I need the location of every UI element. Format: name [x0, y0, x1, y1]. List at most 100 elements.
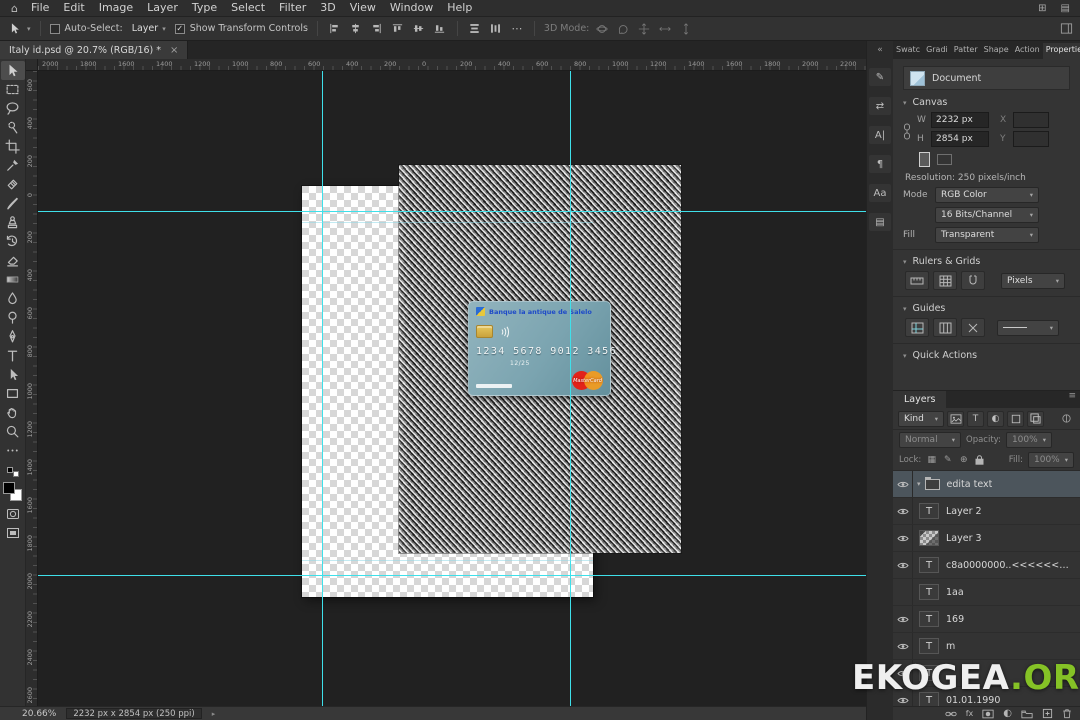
- more-tools[interactable]: [1, 441, 25, 460]
- layer-row[interactable]: Layer 3: [893, 525, 1080, 552]
- tab-close-icon[interactable]: ×: [170, 45, 178, 56]
- zoom-tool[interactable]: [1, 422, 25, 441]
- panel-tab-gradi[interactable]: Gradi: [923, 43, 951, 59]
- toggle-grid-button[interactable]: [933, 271, 957, 290]
- guide[interactable]: [302, 560, 593, 561]
- width-field[interactable]: 2232 px: [931, 112, 989, 128]
- layer-row[interactable]: Tm: [893, 633, 1080, 660]
- layer-effects-icon[interactable]: fx: [966, 709, 974, 718]
- eye-empty[interactable]: [893, 579, 913, 605]
- align-left-icon[interactable]: [327, 21, 343, 37]
- layer-row[interactable]: Tc8a0000000..<<<<<<<<0 d: [893, 552, 1080, 579]
- foreground-color[interactable]: [3, 482, 15, 494]
- home-icon[interactable]: ⌂: [5, 2, 24, 15]
- layer-row[interactable]: T 169: [893, 606, 1080, 633]
- eye-icon[interactable]: [893, 687, 913, 706]
- link-dimensions-icon[interactable]: [901, 120, 913, 147]
- eye-icon[interactable]: [893, 525, 913, 551]
- guide[interactable]: [38, 575, 866, 576]
- link-layers-icon[interactable]: [945, 709, 957, 719]
- align-bottom-icon[interactable]: [432, 21, 448, 37]
- quick-select-tool[interactable]: [1, 118, 25, 137]
- guide[interactable]: [38, 211, 866, 212]
- align-center-h-icon[interactable]: [348, 21, 364, 37]
- ruler-top[interactable]: 2000 1800 1600 1400 1200 1000 800 600 400 200 0 200…: [38, 59, 866, 71]
- filter-pixel-layers-icon[interactable]: [947, 410, 964, 427]
- libraries-panel-icon[interactable]: ▤: [869, 213, 891, 231]
- menu-edit[interactable]: Edit: [56, 0, 91, 16]
- fill-select[interactable]: 100% ▾: [1028, 452, 1074, 468]
- menu-window[interactable]: Window: [383, 0, 440, 16]
- panel-tab-shape[interactable]: Shape: [981, 43, 1012, 59]
- share-icon[interactable]: ⊞: [1038, 3, 1046, 14]
- landscape-icon[interactable]: [937, 154, 952, 165]
- align-top-icon[interactable]: [390, 21, 406, 37]
- eye-icon[interactable]: [893, 552, 913, 578]
- eye-icon[interactable]: [893, 660, 913, 686]
- menu-image[interactable]: Image: [92, 0, 140, 16]
- layer-row[interactable]: T: [893, 660, 1080, 687]
- align-middle-v-icon[interactable]: [411, 21, 427, 37]
- snap-button[interactable]: [961, 271, 985, 290]
- workspace-icon[interactable]: ▤: [1061, 3, 1070, 14]
- opacity-select[interactable]: 100% ▾: [1005, 432, 1052, 448]
- filter-kind-select[interactable]: Kind ▾: [898, 410, 944, 427]
- color-swatches[interactable]: [3, 482, 22, 501]
- 3d-roll-icon[interactable]: [615, 21, 631, 37]
- auto-select-checkbox[interactable]: [49, 23, 60, 34]
- menu-file[interactable]: File: [24, 0, 56, 16]
- y-field[interactable]: [1013, 131, 1049, 147]
- lock-transparency-icon[interactable]: ▦: [926, 455, 937, 465]
- x-field[interactable]: [1013, 112, 1049, 128]
- filter-type-layers-icon[interactable]: T: [967, 410, 984, 427]
- menu-type[interactable]: Type: [185, 0, 224, 16]
- quick-mask-icon[interactable]: [1, 504, 25, 523]
- tab-layers[interactable]: Layers: [893, 391, 947, 408]
- canvas-viewport[interactable]: Banque la antique de Salelo 1234 5678 90…: [38, 71, 866, 706]
- hand-tool[interactable]: [1, 403, 25, 422]
- guide[interactable]: [302, 222, 593, 223]
- zoom-level[interactable]: 20.66%: [22, 709, 56, 719]
- document-size-info[interactable]: 2232 px x 2854 px (250 ppi): [66, 708, 202, 719]
- glyphs-panel-icon[interactable]: Aa: [869, 184, 891, 202]
- shape-tool[interactable]: [1, 384, 25, 403]
- canvas-section-header[interactable]: ▾ Canvas: [903, 97, 1070, 108]
- more-options-icon[interactable]: ⋯: [509, 21, 525, 37]
- panel-tab-properties[interactable]: Properties: [1042, 43, 1080, 59]
- tool-preset-caret-icon[interactable]: ▾: [27, 25, 31, 33]
- delete-layer-icon[interactable]: [1062, 708, 1072, 719]
- rulers-grids-section-header[interactable]: ▾ Rulers & Grids: [903, 256, 1070, 267]
- lock-all-icon[interactable]: [974, 455, 985, 465]
- default-colors-icon[interactable]: [6, 467, 19, 477]
- distribute-v-icon[interactable]: [467, 21, 483, 37]
- new-layer-icon[interactable]: [1042, 708, 1053, 719]
- layer-row[interactable]: T 1aa: [893, 579, 1080, 606]
- toggle-guides-button[interactable]: [905, 318, 929, 337]
- filter-toggle-icon[interactable]: [1058, 411, 1075, 427]
- layer-row[interactable]: ▾ edita text: [893, 471, 1080, 498]
- expand-panels-icon[interactable]: «: [877, 45, 883, 55]
- history-brush-tool[interactable]: [1, 232, 25, 251]
- heal-tool[interactable]: [1, 175, 25, 194]
- menu-3d[interactable]: 3D: [313, 0, 342, 16]
- layer-mask-icon[interactable]: [982, 709, 994, 719]
- canvas-fill-select[interactable]: Transparent ▾: [935, 227, 1039, 243]
- expand-arrow-icon[interactable]: ▾: [917, 480, 921, 488]
- document-tab[interactable]: Italy id.psd @ 20.7% (RGB/16) * ×: [0, 41, 189, 59]
- show-transform-checkbox[interactable]: ✓: [174, 23, 185, 34]
- filter-adjustment-layers-icon[interactable]: ◐: [987, 410, 1004, 427]
- clear-guides-button[interactable]: [961, 318, 985, 337]
- eye-icon[interactable]: [893, 471, 913, 497]
- lock-position-icon[interactable]: ⊕: [958, 455, 969, 465]
- marquee-tool[interactable]: [1, 80, 25, 99]
- gradient-tool[interactable]: [1, 270, 25, 289]
- new-guide-layout-button[interactable]: [933, 318, 957, 337]
- bit-depth-select[interactable]: 16 Bits/Channel ▾: [935, 207, 1039, 223]
- type-tool[interactable]: [1, 346, 25, 365]
- lock-pixels-icon[interactable]: ✎: [942, 455, 953, 465]
- guide-style-select[interactable]: ▾: [997, 319, 1059, 336]
- ruler-left[interactable]: 600 400 200 0 200 400 600 800 1000 1200 1400 1600 18…: [26, 71, 38, 706]
- eye-icon[interactable]: [893, 498, 913, 524]
- pen-tool[interactable]: [1, 327, 25, 346]
- filter-shape-layers-icon[interactable]: [1007, 410, 1024, 427]
